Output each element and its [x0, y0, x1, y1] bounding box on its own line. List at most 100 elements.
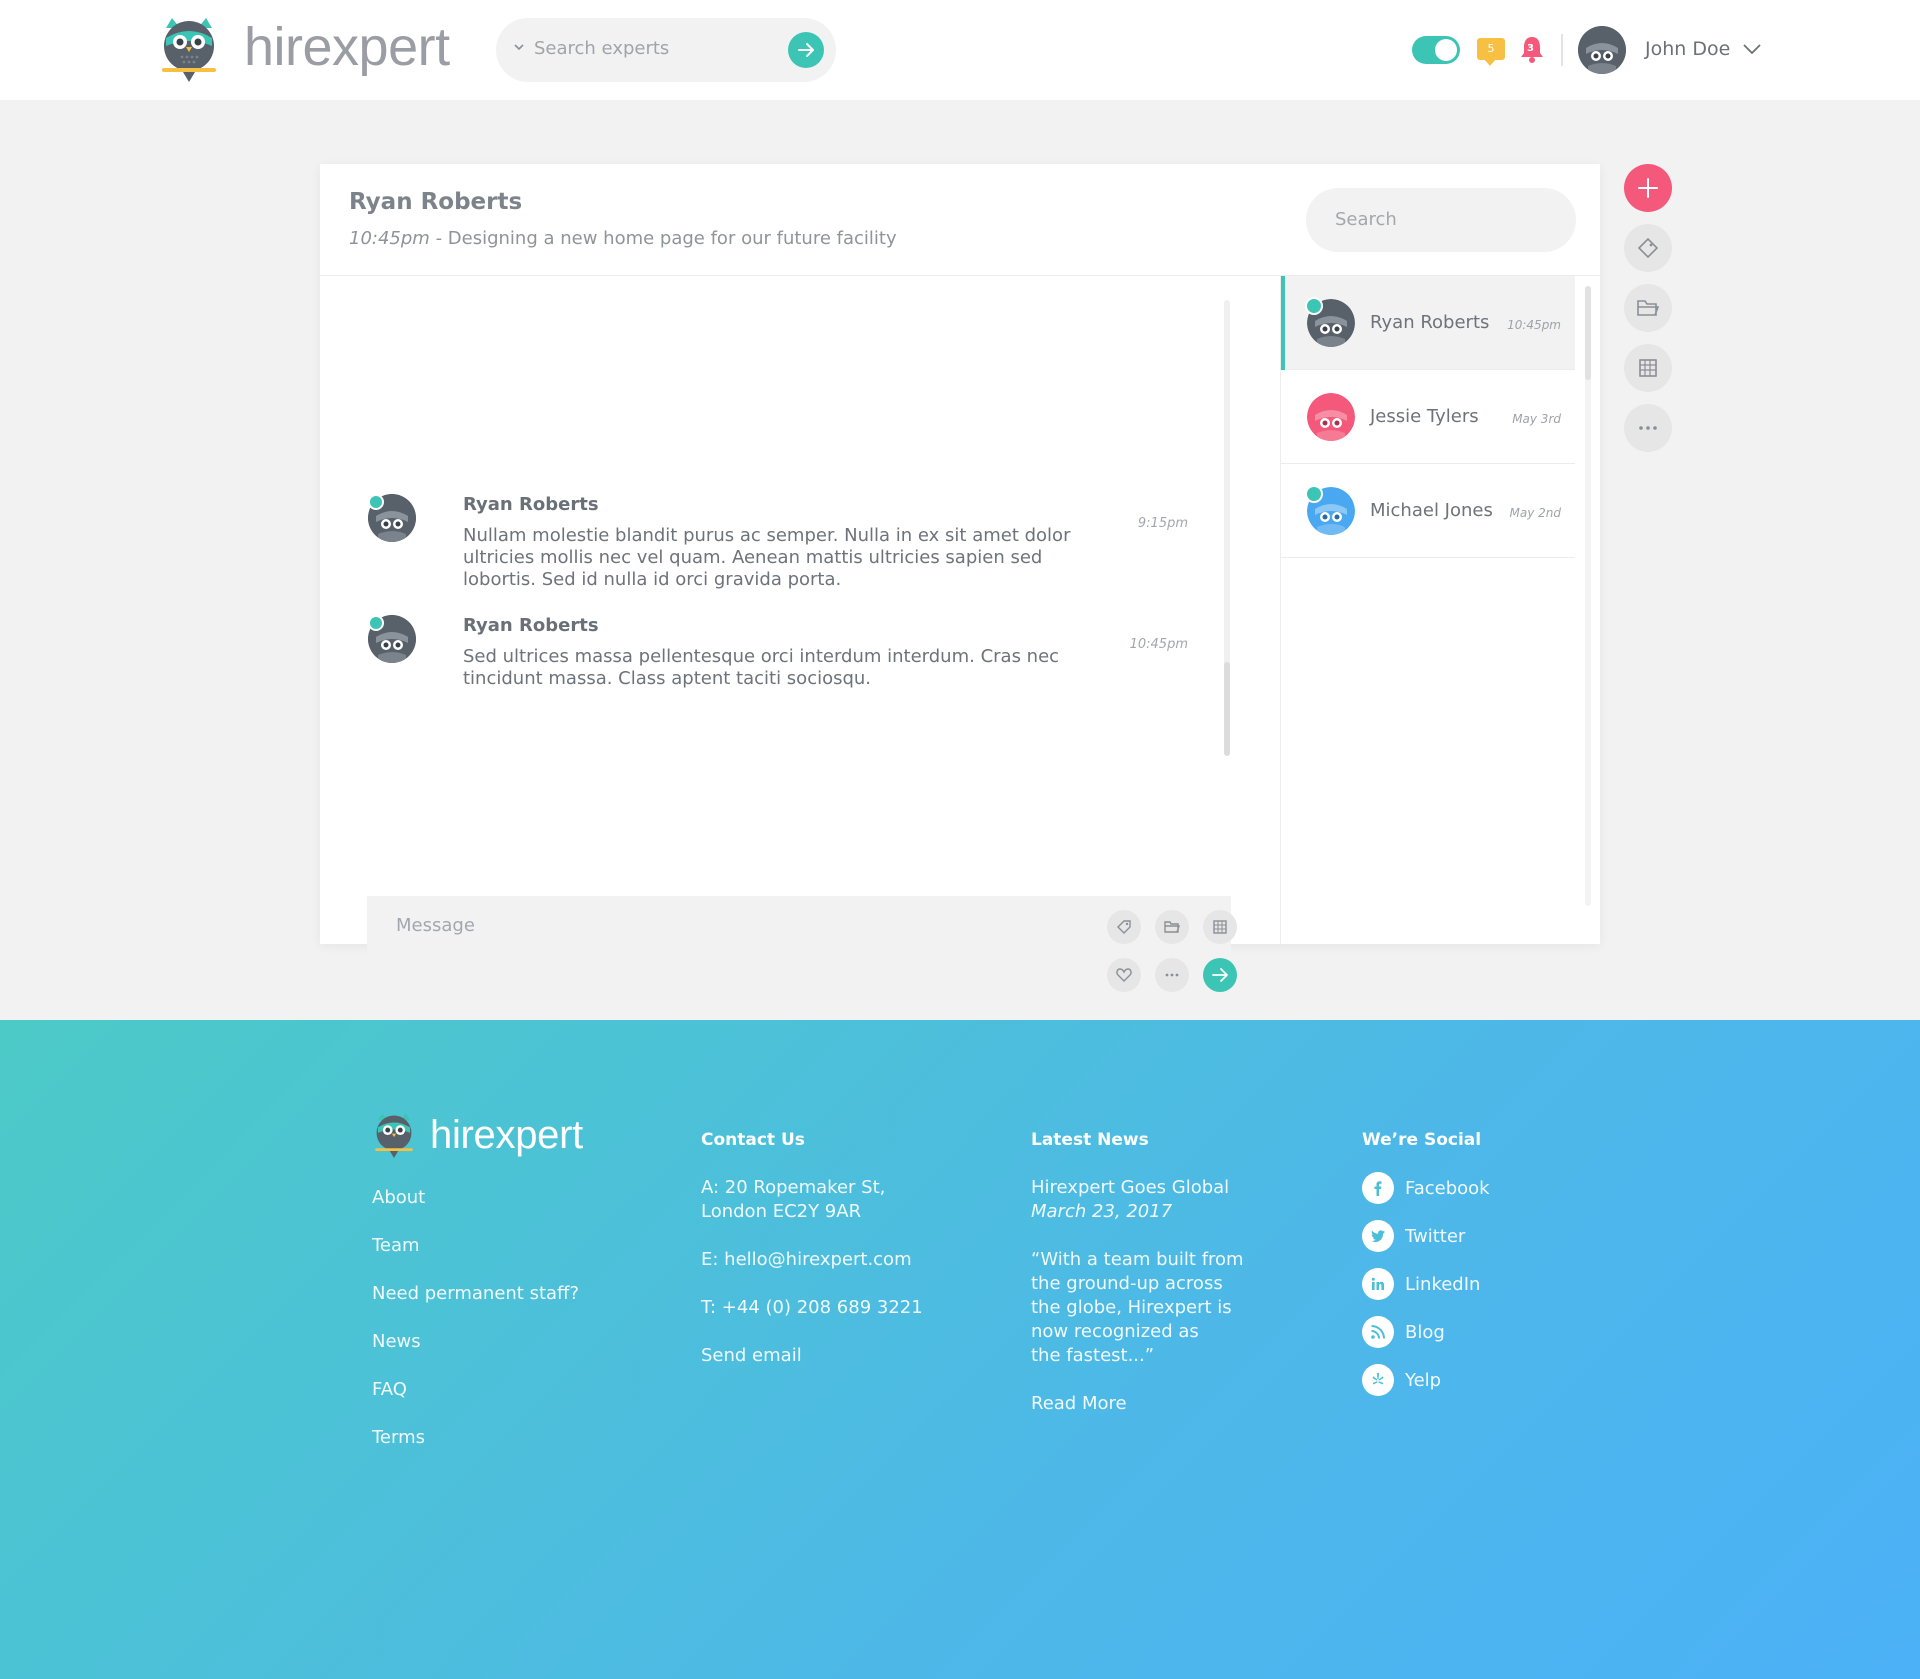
footer-link-about[interactable]: About	[372, 1186, 425, 1210]
search-placeholder: Search	[1335, 209, 1397, 230]
contact-item-michael-jones[interactable]: Michael Jones May 2nd	[1281, 464, 1575, 558]
brand-name: hirexpert	[244, 17, 450, 77]
footer-link-terms[interactable]: Terms	[372, 1426, 425, 1450]
availability-toggle[interactable]	[1412, 36, 1460, 64]
subtitle-text: - Designing a new home page for our futu…	[429, 228, 897, 249]
notification-count: 3	[1527, 43, 1534, 54]
footer-link-news[interactable]: News	[372, 1330, 421, 1354]
calendar-button[interactable]	[1624, 344, 1672, 392]
social-label: LinkedIn	[1405, 1273, 1481, 1295]
send-button[interactable]	[1203, 958, 1237, 992]
news-quote-line: the globe, Hirexpert is	[1031, 1297, 1232, 1318]
social-link-linkedin[interactable]: LinkedIn	[1362, 1268, 1480, 1300]
message-author: Ryan Roberts	[463, 494, 599, 515]
owl-logo-icon	[375, 1113, 413, 1158]
chevron-down-icon[interactable]	[514, 43, 524, 51]
twitter-icon	[1362, 1220, 1394, 1252]
more-dots-icon	[1165, 973, 1179, 977]
calendar-button[interactable]	[1203, 910, 1237, 944]
more-options-button[interactable]	[1155, 958, 1189, 992]
brand-logo[interactable]: hirexpert	[158, 16, 450, 82]
message-input[interactable]: Message	[396, 915, 475, 936]
footer-brand-name: hirexpert	[430, 1112, 583, 1157]
online-status-dot	[1305, 297, 1323, 315]
footer-link-permanent-staff[interactable]: Need permanent staff?	[372, 1282, 579, 1306]
user-name[interactable]: John Doe	[1645, 38, 1730, 60]
read-more-link[interactable]: Read More	[1031, 1392, 1127, 1416]
contact-phone[interactable]: T: +44 (0) 208 689 3221	[701, 1296, 923, 1320]
top-navbar: hirexpert Search experts 5 3 John Doe	[0, 0, 1920, 100]
yelp-icon	[1362, 1364, 1394, 1396]
messages-badge[interactable]: 5	[1477, 38, 1505, 66]
social-label: Blog	[1405, 1321, 1445, 1343]
message-text: Sed ultrices massa pellentesque orci int…	[463, 646, 1060, 689]
contact-email[interactable]: E: hello@hirexpert.com	[701, 1248, 912, 1272]
folder-icon	[1164, 921, 1180, 933]
search-input[interactable]: Search experts	[534, 38, 669, 59]
folder-icon	[1637, 300, 1660, 316]
contact-item-ryan-roberts[interactable]: Ryan Roberts 10:45pm	[1281, 276, 1575, 370]
contact-time: 10:45pm	[1507, 318, 1561, 332]
contact-time: May 2nd	[1509, 506, 1561, 520]
social-link-facebook[interactable]: Facebook	[1362, 1172, 1490, 1204]
more-options-button[interactable]	[1624, 404, 1672, 452]
send-email-link[interactable]: Send email	[701, 1344, 802, 1368]
footer-link-team[interactable]: Team	[372, 1234, 420, 1258]
owl-avatar-icon	[1578, 26, 1626, 74]
subtitle-time: 10:45pm	[349, 228, 430, 249]
footer-link-faq[interactable]: FAQ	[372, 1378, 407, 1402]
conversation-title: Ryan Roberts	[349, 189, 523, 215]
social-link-blog[interactable]: Blog	[1362, 1316, 1445, 1348]
message-author: Ryan Roberts	[463, 615, 599, 636]
avatar	[1307, 393, 1355, 441]
social-link-twitter[interactable]: Twitter	[1362, 1220, 1465, 1252]
message-item: Ryan Roberts Nullam molestie blandit pur…	[368, 494, 1188, 594]
social-heading: We’re Social	[1362, 1130, 1482, 1150]
scrollbar-thumb[interactable]	[1585, 286, 1591, 380]
search-submit-button[interactable]	[788, 32, 824, 68]
chat-panel: Ryan Roberts 10:45pm - Designing a new h…	[320, 164, 1600, 1008]
message-scrollbar[interactable]	[1224, 300, 1230, 756]
scrollbar-thumb[interactable]	[1224, 662, 1230, 756]
contact-item-jessie-tylers[interactable]: Jessie Tylers May 3rd	[1281, 370, 1575, 464]
arrow-right-icon	[798, 43, 814, 57]
contact-time: May 3rd	[1512, 412, 1561, 426]
contact-address-line2: London EC2Y 9AR	[701, 1201, 862, 1222]
heart-icon	[1116, 968, 1132, 982]
like-button[interactable]	[1107, 958, 1141, 992]
add-button[interactable]	[1624, 164, 1672, 212]
message-item: Ryan Roberts Sed ultrices massa pellente…	[368, 615, 1188, 695]
tag-button[interactable]	[1624, 224, 1672, 272]
online-status-dot	[368, 494, 384, 510]
calendar-grid-icon	[1213, 920, 1227, 934]
divider	[1561, 34, 1563, 66]
owl-avatar-icon	[1307, 393, 1355, 441]
news-quote-line: “With a team built from	[1031, 1249, 1244, 1270]
tag-icon	[1637, 237, 1659, 259]
message-thread: Ryan Roberts Nullam molestie blandit pur…	[320, 276, 1280, 1008]
conversation-subtitle: 10:45pm - Designing a new home page for …	[349, 228, 897, 249]
news-headline[interactable]: Hirexpert Goes Global	[1031, 1176, 1229, 1200]
expert-search-bar[interactable]: Search experts	[496, 18, 836, 82]
contact-heading: Contact Us	[701, 1130, 805, 1150]
social-link-yelp[interactable]: Yelp	[1362, 1364, 1441, 1396]
attach-folder-button[interactable]	[1155, 910, 1189, 944]
footer-brand-logo[interactable]: hirexpert	[372, 1112, 583, 1158]
plus-icon	[1638, 178, 1658, 198]
chevron-down-icon[interactable]	[1742, 42, 1762, 56]
toggle-knob	[1435, 39, 1457, 61]
arrow-right-icon	[1212, 968, 1228, 982]
folder-button[interactable]	[1624, 284, 1672, 332]
contact-search-input[interactable]: Search	[1306, 188, 1576, 252]
calendar-grid-icon	[1639, 359, 1657, 377]
message-composer[interactable]: Message	[367, 896, 1237, 1008]
news-heading: Latest News	[1031, 1130, 1149, 1150]
contact-scrollbar[interactable]	[1585, 286, 1591, 906]
user-avatar[interactable]	[1578, 26, 1626, 74]
contact-address-line1: A: 20 Ropemaker St,	[701, 1177, 886, 1198]
news-date-text: March 23, 2017	[1031, 1201, 1173, 1222]
facebook-icon	[1362, 1172, 1394, 1204]
contact-name: Ryan Roberts	[1370, 312, 1490, 333]
online-status-dot	[368, 615, 384, 631]
tag-button[interactable]	[1107, 910, 1141, 944]
